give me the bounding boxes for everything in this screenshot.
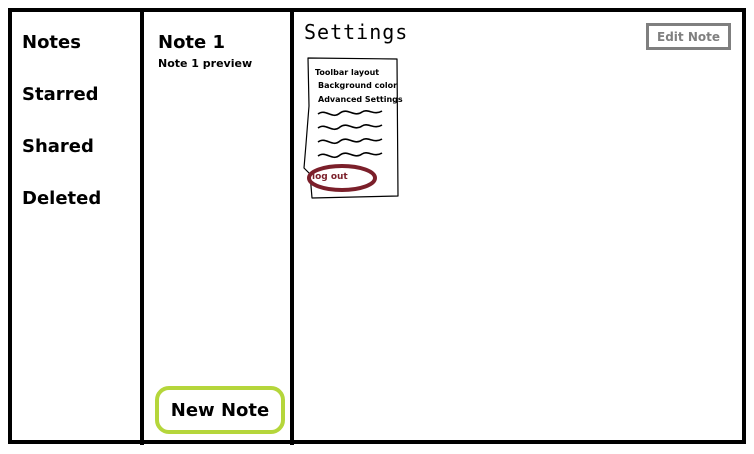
nav-item-starred[interactable]: Starred (22, 84, 99, 105)
settings-menu-trigger[interactable]: Settings (304, 20, 408, 44)
nav-item-deleted[interactable]: Deleted (22, 188, 101, 209)
logout-button[interactable]: log out (312, 172, 348, 182)
notes-list-divider (290, 8, 294, 445)
note-title[interactable]: Note 1 (158, 32, 225, 53)
note-preview: Note 1 preview (158, 57, 253, 70)
sidebar-divider (140, 8, 144, 445)
menu-item-advanced-settings[interactable]: Advanced Settings (318, 95, 403, 104)
new-note-button[interactable]: New Note (155, 386, 285, 434)
edit-note-label: Edit Note (657, 29, 720, 44)
edit-note-button[interactable]: Edit Note (646, 23, 731, 50)
new-note-label: New Note (170, 399, 270, 421)
menu-item-toolbar-layout[interactable]: Toolbar layout (315, 68, 379, 77)
nav-item-shared[interactable]: Shared (22, 136, 94, 157)
nav-item-notes[interactable]: Notes (22, 32, 81, 53)
menu-item-background-color[interactable]: Background color (318, 81, 397, 90)
